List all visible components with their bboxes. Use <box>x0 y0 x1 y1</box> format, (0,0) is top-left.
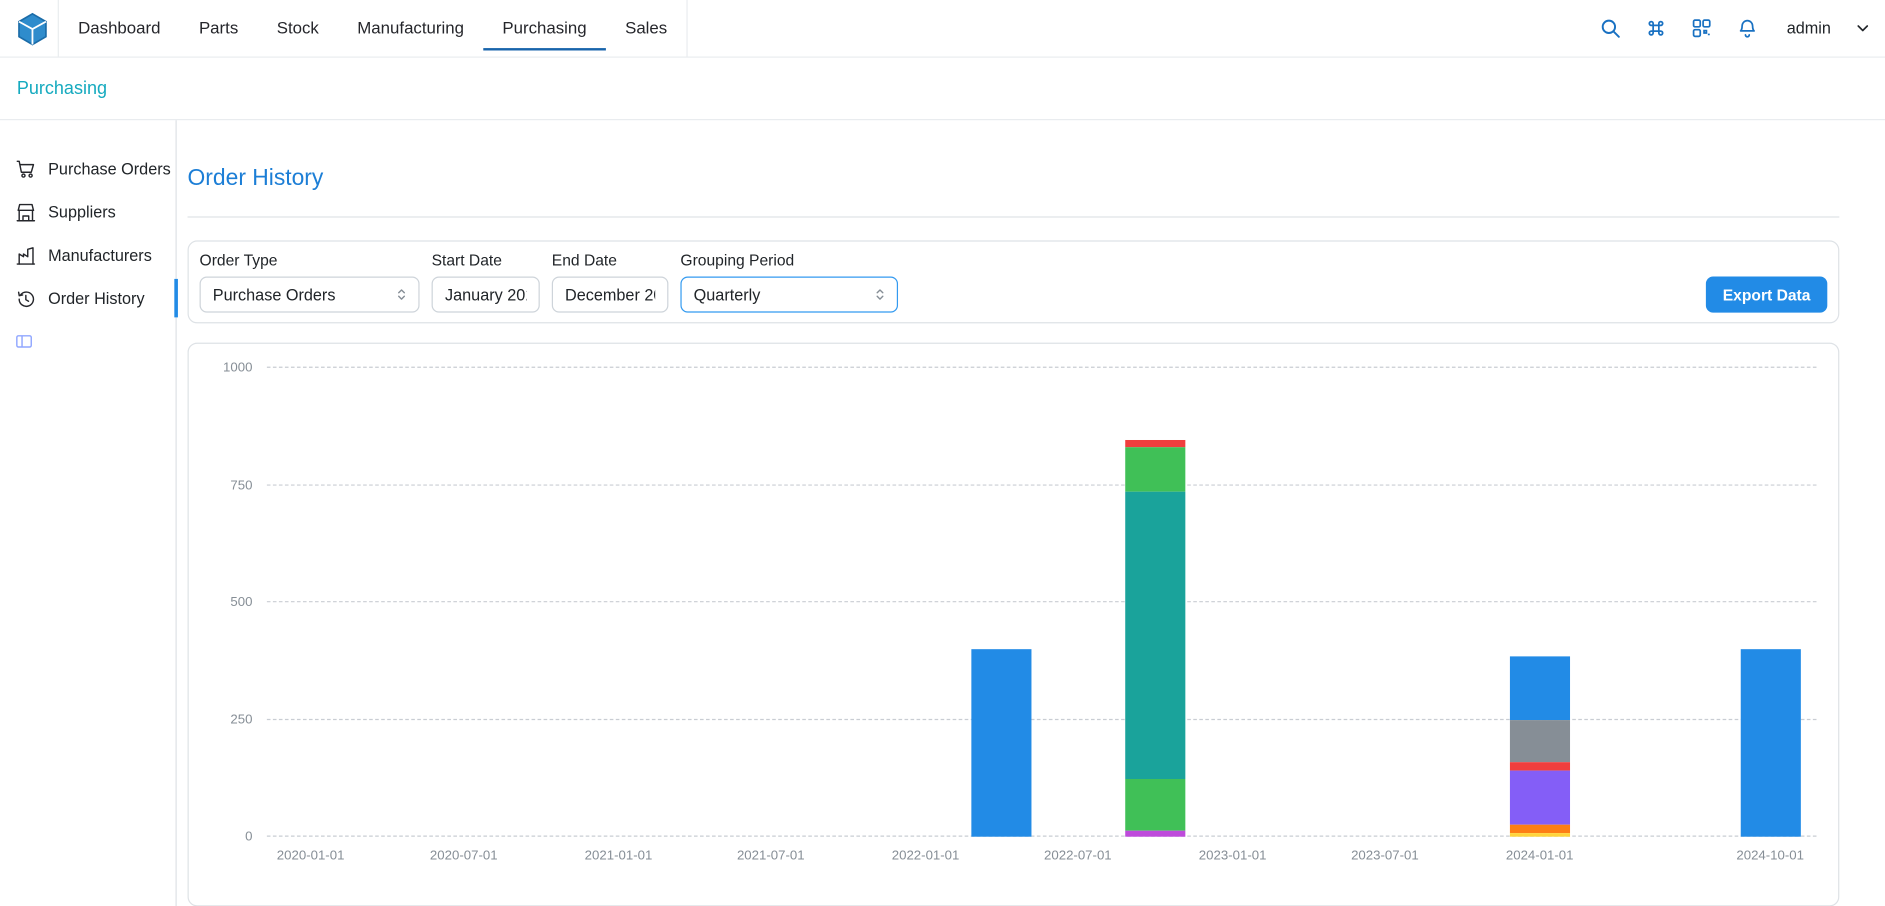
x-axis-tick-label: 2024-10-01 <box>1736 849 1804 863</box>
x-axis-tick-label: 2023-01-01 <box>1199 849 1267 863</box>
export-data-button[interactable]: Export Data <box>1706 276 1827 312</box>
order-type-label: Order Type <box>200 251 420 270</box>
main-nav-tabs: Dashboard Parts Stock Manufacturing Purc… <box>58 0 688 57</box>
title-divider <box>188 216 1840 217</box>
user-menu[interactable]: admin <box>1787 19 1831 37</box>
chart-bar[interactable] <box>971 368 1031 837</box>
bar-segment-blue <box>971 649 1031 837</box>
gridline <box>267 367 1817 368</box>
end-date-input[interactable] <box>552 276 669 312</box>
grouping-period-select[interactable]: Quarterly <box>680 276 898 312</box>
y-axis-tick-label: 500 <box>230 595 252 609</box>
order-type-select[interactable]: Purchase Orders <box>200 276 420 312</box>
tab-parts[interactable]: Parts <box>180 7 258 50</box>
start-date-label: Start Date <box>432 251 540 270</box>
end-date-field: End Date <box>552 251 669 312</box>
sidebar-item-label: Suppliers <box>48 203 116 221</box>
factory-icon <box>14 243 37 266</box>
bar-segment-orange <box>1510 825 1570 833</box>
bar-segment-green <box>1125 780 1185 832</box>
grouping-period-label: Grouping Period <box>680 251 898 270</box>
tab-manufacturing[interactable]: Manufacturing <box>338 7 483 50</box>
x-axis-tick-label: 2022-07-01 <box>1044 849 1112 863</box>
search-icon[interactable] <box>1599 17 1622 40</box>
app-root: Dashboard Parts Stock Manufacturing Purc… <box>0 0 1885 906</box>
x-axis-tick-label: 2024-01-01 <box>1506 849 1574 863</box>
bar-segment-teal <box>1125 491 1185 779</box>
filter-toolbar: Order Type Purchase Orders Start Date En… <box>188 240 1840 323</box>
grouping-period-field: Grouping Period Quarterly <box>680 251 898 312</box>
sidebar-item-label: Order History <box>48 289 144 307</box>
purchasing-sidebar: Purchase Orders Suppliers Manufacturers … <box>0 120 177 906</box>
chevron-down-icon[interactable] <box>1854 19 1872 37</box>
x-axis-tick-label: 2021-07-01 <box>737 849 805 863</box>
command-icon[interactable] <box>1645 17 1668 40</box>
y-axis-tick-label: 1000 <box>223 361 252 375</box>
app-logo-icon[interactable] <box>14 10 50 46</box>
top-navbar: Dashboard Parts Stock Manufacturing Purc… <box>0 0 1885 58</box>
chart-bar[interactable] <box>1510 368 1570 837</box>
start-date-field: Start Date <box>432 251 540 312</box>
breadcrumb[interactable]: Purchasing <box>17 78 107 98</box>
gridline <box>267 484 1817 485</box>
breadcrumb-bar: Purchasing <box>0 58 1885 121</box>
y-axis-tick-label: 0 <box>245 829 252 843</box>
order-type-value: Purchase Orders <box>213 286 336 304</box>
start-date-input[interactable] <box>432 276 540 312</box>
x-axis-tick-label: 2022-01-01 <box>892 849 960 863</box>
sidebar-collapse-icon[interactable] <box>14 332 33 351</box>
bar-segment-red <box>1510 763 1570 771</box>
bell-icon[interactable] <box>1736 17 1759 40</box>
x-axis-tick-label: 2020-01-01 <box>277 849 345 863</box>
y-axis-tick-label: 750 <box>230 478 252 492</box>
chart-bar[interactable] <box>1125 368 1185 837</box>
select-updown-icon <box>393 286 410 303</box>
end-date-label: End Date <box>552 251 669 270</box>
tab-stock[interactable]: Stock <box>257 7 338 50</box>
bar-segment-blue <box>1510 656 1570 719</box>
sidebar-item-label: Purchase Orders <box>48 159 171 177</box>
chart-plot: 025050075010002020-01-012020-07-012021-0… <box>267 368 1817 837</box>
sidebar-item-label: Manufacturers <box>48 246 152 264</box>
x-axis-tick-label: 2021-01-01 <box>585 849 653 863</box>
history-icon <box>14 287 37 310</box>
sidebar-item-manufacturers[interactable]: Manufacturers <box>0 233 176 276</box>
sidebar-item-suppliers[interactable]: Suppliers <box>0 190 176 233</box>
gridline <box>267 718 1817 719</box>
sidebar-item-order-history[interactable]: Order History <box>0 276 176 319</box>
bar-segment-gray <box>1510 720 1570 763</box>
order-history-chart-card: 0 250 500 750 1000 2020-01-01 2020-07-01 2021-0… <box>188 343 1840 906</box>
building-store-icon <box>14 200 37 223</box>
gridline <box>267 836 1817 837</box>
bar-segment-red <box>1125 440 1185 447</box>
chart-bar[interactable] <box>1740 368 1800 837</box>
gridline <box>267 601 1817 602</box>
tab-purchasing[interactable]: Purchasing <box>483 7 606 50</box>
y-axis-tick-label: 250 <box>230 712 252 726</box>
tab-sales[interactable]: Sales <box>606 7 687 50</box>
x-axis-tick-label: 2020-07-01 <box>430 849 498 863</box>
order-type-field: Order Type Purchase Orders <box>200 251 420 312</box>
x-axis-tick-label: 2023-07-01 <box>1351 849 1419 863</box>
navbar-actions: admin <box>1599 17 1885 40</box>
bar-segment-violet <box>1125 831 1185 837</box>
qr-grid-icon[interactable] <box>1691 17 1714 40</box>
bar-segment-purple <box>1510 771 1570 824</box>
bar-segment-blue <box>1740 649 1800 837</box>
bar-segment-green-upper <box>1125 447 1185 492</box>
grouping-period-value: Quarterly <box>694 286 761 304</box>
cart-icon <box>14 157 37 180</box>
order-history-panel: Order History Order Type Purchase Orders… <box>177 120 1885 906</box>
select-updown-icon <box>872 286 889 303</box>
tab-dashboard[interactable]: Dashboard <box>59 7 180 50</box>
page-title: Order History <box>188 166 1840 192</box>
sidebar-item-purchase-orders[interactable]: Purchase Orders <box>0 147 176 190</box>
bar-segment-yellow <box>1510 833 1570 837</box>
